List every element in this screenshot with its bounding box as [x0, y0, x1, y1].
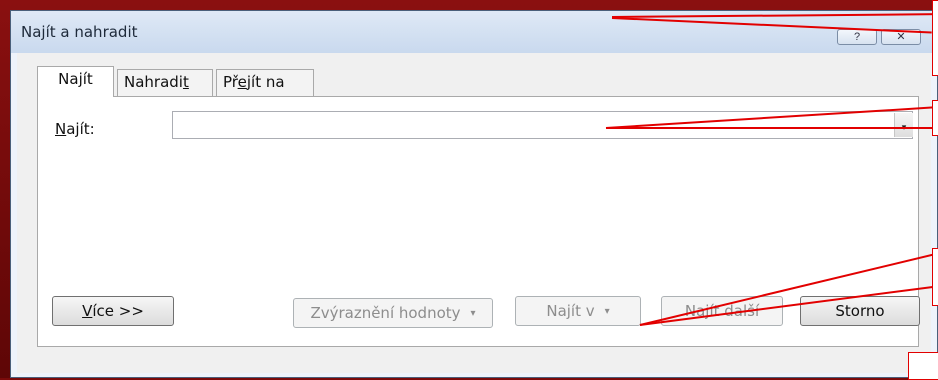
chevron-down-icon: ▾: [470, 307, 476, 319]
highlight-values-label: Zvýraznění hodnoty: [310, 304, 461, 322]
find-label-access-key: N: [55, 120, 67, 138]
find-label-text: ajít:: [66, 120, 95, 138]
tab-go-to[interactable]: Přejít na: [216, 69, 314, 96]
find-in-label: Najít v: [546, 302, 595, 320]
annotation-box: [932, 100, 938, 136]
annotation-box: [908, 352, 938, 380]
find-tab-panel: Najít: ▾ Více >> Zvýraznění hodnoty ▾ Naj…: [37, 96, 920, 347]
find-in-button[interactable]: Najít v ▾: [515, 296, 641, 326]
tab-go-to-label-pre: Př: [223, 73, 238, 91]
tab-replace-label-pre: Nahradi: [124, 73, 183, 91]
find-replace-dialog: Najít a nahradit ? ✕ Najít Nahradit Přej…: [10, 10, 938, 378]
annotation-box: [932, 0, 938, 76]
find-history-dropdown[interactable]: ▾: [894, 113, 913, 137]
highlight-values-button[interactable]: Zvýraznění hodnoty ▾: [293, 298, 493, 328]
more-button-access-key: V: [82, 302, 93, 320]
find-next-button[interactable]: Najít další: [661, 296, 783, 326]
chevron-down-icon: ▾: [604, 305, 610, 317]
find-label: Najít:: [55, 120, 95, 138]
dialog-client-area: Najít Nahradit Přejít na Najít: ▾ Více >…: [17, 53, 931, 373]
tab-replace-access-key: t: [182, 73, 189, 91]
tab-go-to-access-key: e: [237, 73, 247, 91]
tab-find-label-post: ít: [82, 70, 93, 88]
annotation-box: [932, 248, 938, 306]
help-button[interactable]: ?: [837, 29, 877, 45]
tab-find[interactable]: Najít: [37, 66, 114, 97]
more-button[interactable]: Více >>: [52, 296, 174, 326]
tab-go-to-label-post: jít na: [246, 73, 285, 91]
tab-replace[interactable]: Nahradit: [117, 69, 213, 96]
tab-find-label-pre: Na: [58, 70, 79, 88]
cancel-label: Storno: [835, 302, 885, 320]
more-button-label: íce >>: [92, 302, 144, 320]
title-bar[interactable]: Najít a nahradit ? ✕: [11, 11, 937, 53]
window-title: Najít a nahradit: [21, 23, 138, 41]
annotation-line: [606, 127, 938, 129]
